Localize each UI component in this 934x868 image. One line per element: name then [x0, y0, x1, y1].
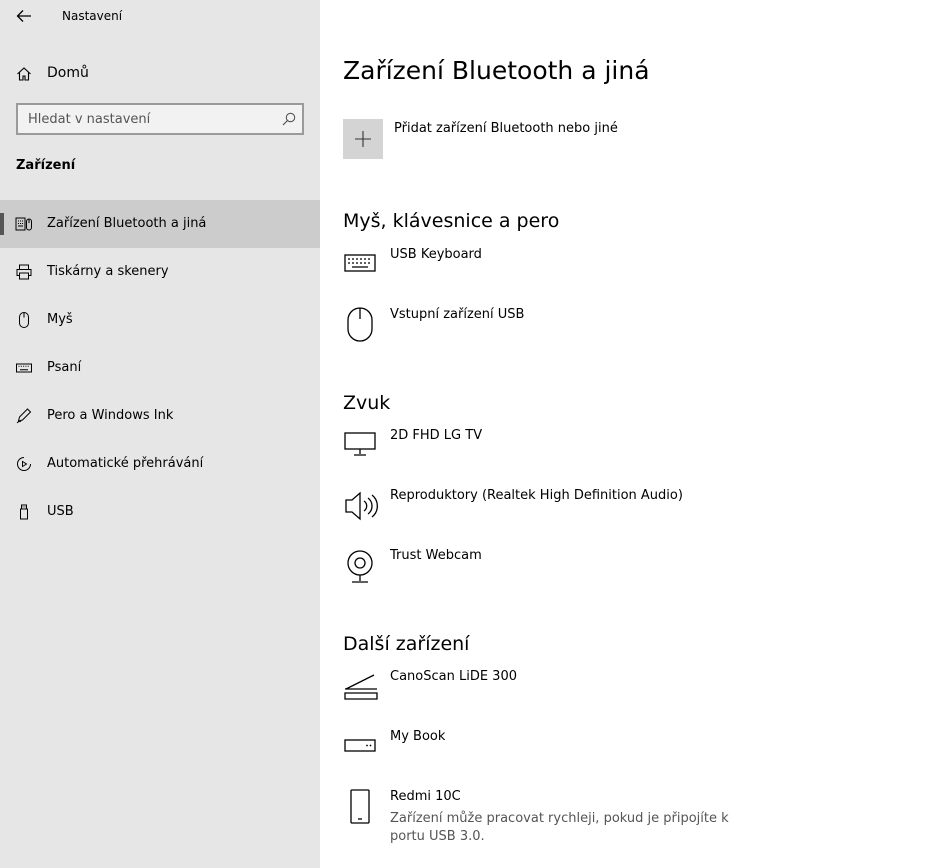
- device-status: Zařízení může pracovat rychleji, pokud j…: [390, 811, 729, 844]
- phone-icon: [350, 789, 370, 824]
- search-box: [16, 103, 304, 135]
- app-title: Nastavení: [62, 9, 123, 23]
- device-item[interactable]: Redmi 10C Zařízení může pracovat rychlej…: [343, 789, 823, 849]
- add-device-button[interactable]: Přidat zařízení Bluetooth nebo jiné: [343, 118, 763, 160]
- keyboard-icon: [16, 363, 32, 373]
- device-name: USB Keyboard: [390, 247, 482, 262]
- sidebar-item-label: Zařízení Bluetooth a jiná: [47, 216, 207, 231]
- page-title: Zařízení Bluetooth a jiná: [343, 56, 650, 85]
- search-input[interactable]: [18, 105, 278, 133]
- device-item[interactable]: CanoScan LiDE 300: [343, 669, 823, 721]
- device-name: CanoScan LiDE 300: [390, 669, 517, 684]
- printer-icon: [16, 264, 32, 280]
- sidebar-item-mouse[interactable]: Myš: [0, 296, 320, 344]
- sidebar-item-printers[interactable]: Tiskárny a skenery: [0, 248, 320, 296]
- section-heading-other: Další zařízení: [343, 633, 470, 655]
- sidebar-item-label: Psaní: [47, 360, 82, 375]
- title-bar: Nastavení: [0, 0, 320, 32]
- plus-icon: [355, 131, 371, 147]
- device-item[interactable]: My Book: [343, 729, 823, 781]
- add-device-label: Přidat zařízení Bluetooth nebo jiné: [394, 121, 618, 136]
- scanner-icon: [344, 674, 378, 700]
- device-item[interactable]: USB Keyboard: [343, 247, 823, 299]
- sidebar-item-home-label: Domů: [47, 65, 89, 81]
- autoplay-icon: [17, 457, 31, 471]
- sidebar-item-usb[interactable]: USB: [0, 488, 320, 536]
- sidebar-item-label: Myš: [47, 312, 73, 327]
- pen-icon: [16, 408, 32, 424]
- sidebar-nav: Zařízení Bluetooth a jiná Tiskárny a ske…: [0, 200, 320, 536]
- sidebar-item-pen[interactable]: Pero a Windows Ink: [0, 392, 320, 440]
- sidebar-item-autoplay[interactable]: Automatické přehrávání: [0, 440, 320, 488]
- sidebar: Nastavení Domů Zařízení Zařízení Bluetoo…: [0, 0, 320, 868]
- device-item[interactable]: Reproduktory (Realtek High Definition Au…: [343, 488, 823, 540]
- device-name: Redmi 10C: [390, 789, 461, 804]
- search-icon[interactable]: [282, 112, 296, 126]
- back-arrow-icon: [16, 10, 31, 22]
- mouse-icon: [347, 307, 373, 342]
- sidebar-item-label: USB: [47, 504, 74, 519]
- section-heading-input: Myš, klávesnice a pero: [343, 210, 560, 232]
- back-button[interactable]: [8, 2, 40, 30]
- sidebar-group-heading: Zařízení: [16, 158, 76, 173]
- sidebar-item-label: Tiskárny a skenery: [47, 264, 169, 279]
- device-name: 2D FHD LG TV: [390, 428, 483, 443]
- home-icon: [17, 67, 31, 81]
- keyboard-icon: [344, 254, 376, 272]
- add-device-tile[interactable]: [343, 119, 383, 159]
- section-heading-audio: Zvuk: [343, 392, 391, 414]
- webcam-icon: [347, 550, 373, 583]
- mouse-icon: [19, 312, 29, 328]
- sidebar-item-label: Pero a Windows Ink: [47, 408, 174, 423]
- external-drive-icon: [344, 739, 376, 752]
- device-name: My Book: [390, 729, 446, 744]
- usb-icon: [20, 504, 28, 520]
- speaker-icon: [345, 491, 378, 521]
- sidebar-item-bluetooth[interactable]: Zařízení Bluetooth a jiná: [0, 200, 320, 248]
- device-name: Vstupní zařízení USB: [390, 307, 525, 322]
- sidebar-item-typing[interactable]: Psaní: [0, 344, 320, 392]
- device-item[interactable]: Trust Webcam: [343, 548, 823, 600]
- bluetooth-devices-icon: [15, 217, 32, 231]
- sidebar-item-home[interactable]: Domů: [0, 56, 320, 92]
- monitor-icon: [344, 432, 376, 456]
- sidebar-item-label: Automatické přehrávání: [47, 456, 204, 471]
- device-item[interactable]: 2D FHD LG TV: [343, 428, 823, 480]
- device-item[interactable]: Vstupní zařízení USB: [343, 307, 823, 359]
- main-content: Zařízení Bluetooth a jiná Přidat zařízen…: [320, 0, 934, 868]
- device-name: Trust Webcam: [390, 548, 482, 563]
- device-name: Reproduktory (Realtek High Definition Au…: [390, 488, 683, 503]
